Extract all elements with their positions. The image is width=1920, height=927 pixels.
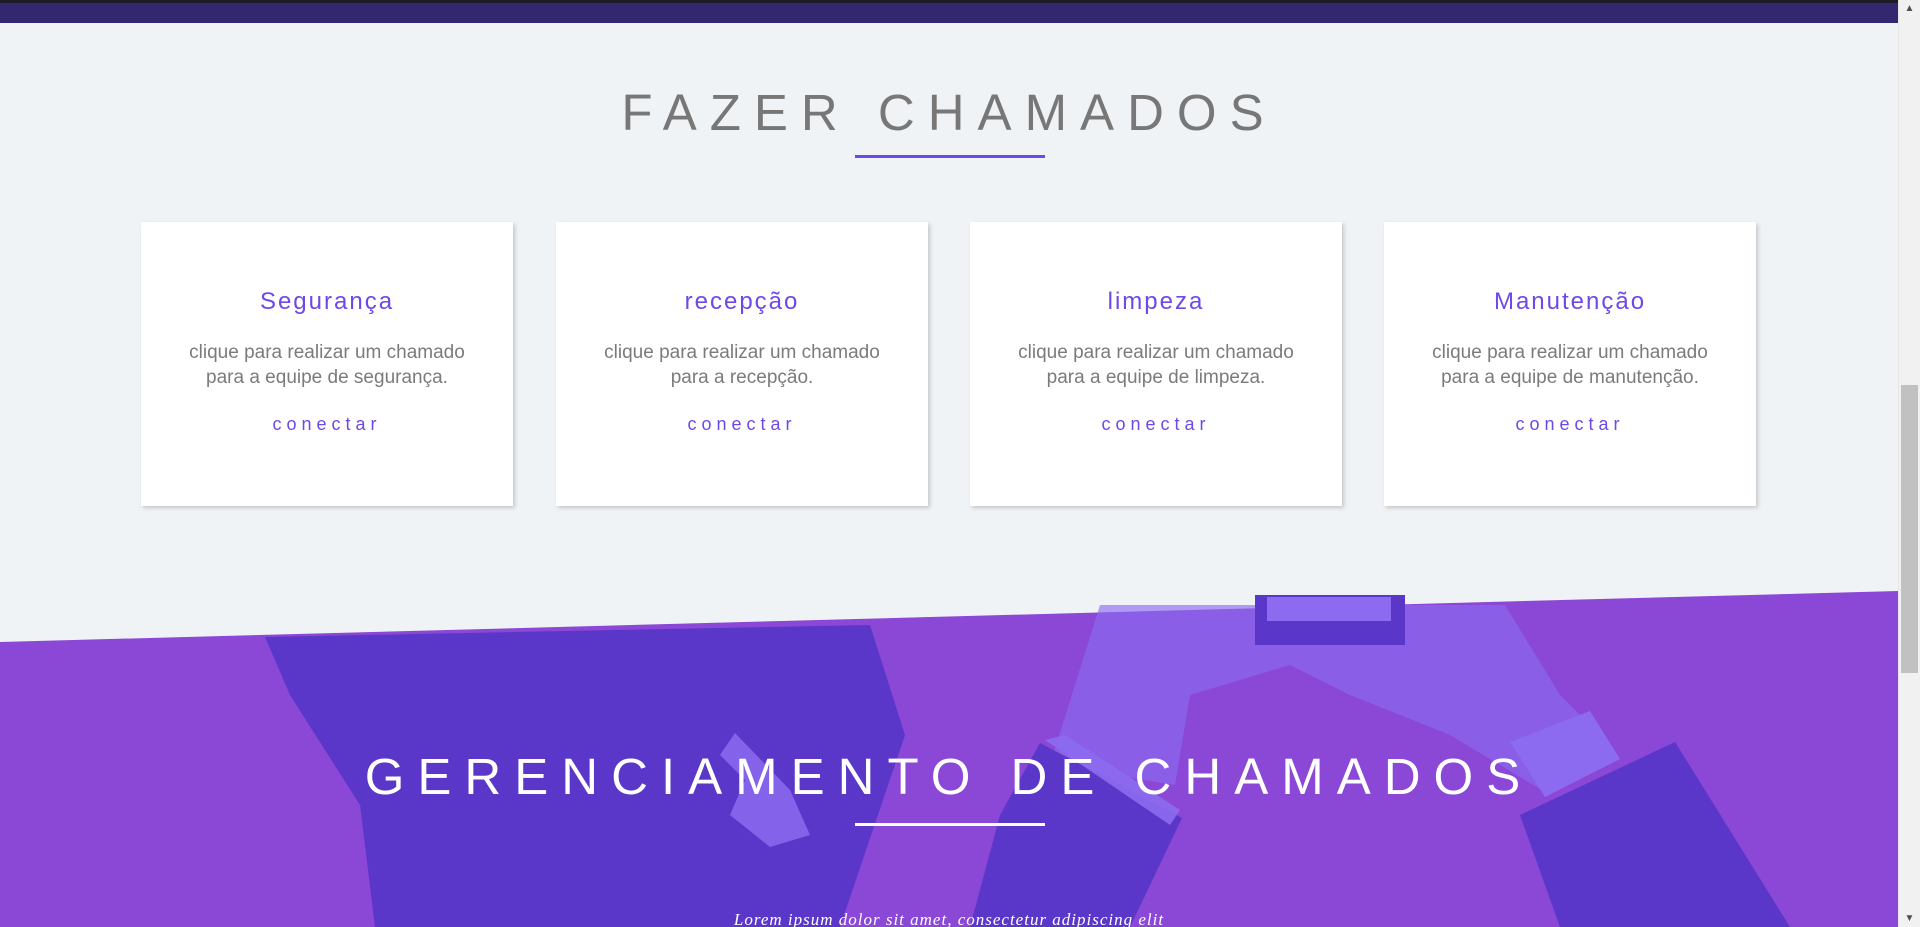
card-title: recepção [684, 288, 800, 315]
card-description: clique para realizar um chamado para a e… [189, 342, 465, 388]
card-description: clique para realizar um chamado para a e… [1018, 342, 1294, 388]
card-description: clique para realizar um chamado para a e… [1432, 342, 1708, 388]
card-description: clique para realizar um chamado para a r… [604, 342, 880, 388]
card-title: Segurança [259, 288, 395, 315]
title-underline [855, 155, 1045, 158]
card-seguranca: Segurança clique para realizar um chamad… [141, 222, 513, 506]
chevron-down-icon[interactable]: ▼ [1899, 910, 1920, 927]
connect-link-seguranca[interactable]: conectar [141, 414, 513, 435]
connect-link-limpeza[interactable]: conectar [970, 414, 1342, 435]
chevron-up-icon[interactable]: ▲ [1899, 0, 1920, 17]
calls-section-title: FAZER CHAMADOS [621, 84, 1277, 141]
top-navbar [0, 0, 1898, 23]
title-underline [855, 823, 1045, 826]
manage-section: GERENCIAMENTO DE CHAMADOS Lorem ipsum do… [0, 585, 1898, 927]
card-title: Manutenção [1493, 288, 1647, 315]
connect-link-manutencao[interactable]: conectar [1384, 414, 1756, 435]
scroll-thumb[interactable] [1901, 385, 1918, 673]
card-recepcao: recepção clique para realizar um chamado… [556, 222, 928, 506]
card-title: limpeza [1107, 288, 1205, 315]
connect-link-recepcao[interactable]: conectar [556, 414, 928, 435]
manage-section-title: GERENCIAMENTO DE CHAMADOS [364, 748, 1534, 805]
card-manutencao: Manutenção clique para realizar um chama… [1384, 222, 1756, 506]
card-limpeza: limpeza clique para realizar um chamado … [970, 222, 1342, 506]
manage-section-text: Lorem ipsum dolor sit amet, consectetur … [733, 910, 1165, 927]
vertical-scrollbar[interactable]: ▲ ▼ [1898, 0, 1920, 927]
